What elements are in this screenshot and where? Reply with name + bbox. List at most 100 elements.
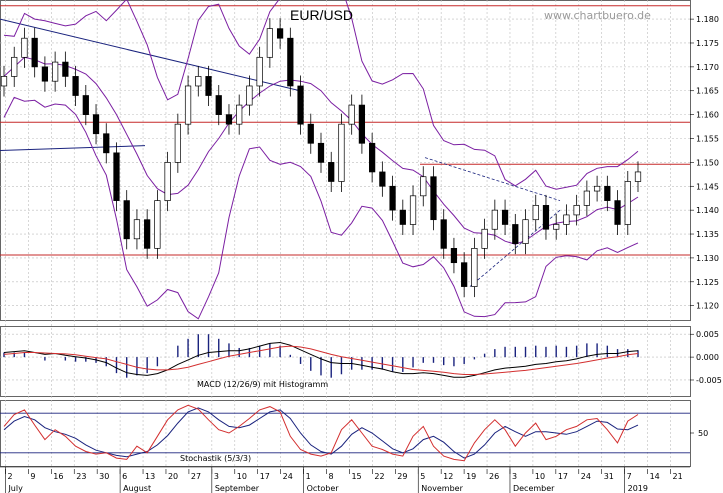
macd-label: MACD (12/26/9) mit Histogramm — [197, 380, 328, 389]
candle-body — [430, 176, 437, 221]
candle-body — [92, 114, 100, 135]
candle-body — [246, 85, 253, 106]
candle-body — [113, 152, 120, 201]
candle-body — [184, 85, 192, 125]
candle-body — [123, 200, 130, 240]
stochastic-line — [3, 407, 639, 459]
y-tick-label: 1.135 — [696, 230, 719, 239]
x-tick-label: 5 — [420, 472, 425, 481]
y-tick-label: 1.160 — [696, 111, 719, 120]
candle-body — [236, 104, 243, 125]
x-tick-label: 15 — [351, 472, 361, 481]
x-tick-label: 26 — [489, 472, 499, 481]
candle-body — [11, 56, 18, 77]
x-tick-label: 10 — [535, 472, 545, 481]
candle-body — [225, 114, 233, 125]
candle-body — [82, 95, 89, 115]
candle-body — [593, 185, 601, 192]
candle-body — [501, 209, 509, 225]
candle-body — [52, 61, 59, 82]
month-label: 2019 — [628, 484, 648, 493]
axes: 2 9 16 23 30 6 13 20 27 3 10 17 24 1 8 15 22 29 5 12 19 26 3 10… — [0, 15, 722, 493]
candle-body — [379, 171, 386, 187]
x-tick-label: 24 — [283, 472, 293, 481]
x-tick-label: 3 — [214, 472, 219, 481]
candle-body — [604, 185, 611, 201]
month-label: November — [421, 484, 463, 493]
stochastic-panel — [0, 404, 690, 462]
candle-body — [420, 176, 427, 197]
y-tick-label: 1.150 — [696, 158, 719, 167]
candle-body — [634, 171, 642, 182]
candle-body — [31, 37, 38, 68]
y-tick-label: 1.155 — [696, 135, 719, 144]
candle-body — [256, 56, 263, 87]
y-tick-label: 1.125 — [696, 278, 719, 287]
x-tick-label: 31 — [604, 472, 614, 481]
y-tick-label: -0.005 — [696, 376, 722, 385]
stochastic-label: Stochastik (5/3/3) — [180, 454, 251, 463]
chart-title: EUR/USD — [290, 7, 353, 23]
x-tick-label: 17 — [260, 472, 270, 481]
candle-body — [154, 200, 161, 249]
x-tick-label: 2 — [7, 472, 12, 481]
x-tick-label: 1 — [306, 472, 311, 481]
x-tick-label: 10 — [237, 472, 247, 481]
x-tick-label: 8 — [329, 472, 334, 481]
panel-frame — [0, 0, 691, 321]
candle-body — [491, 209, 498, 230]
y-tick-label: 0.000 — [696, 353, 719, 362]
candle-body — [144, 219, 151, 249]
y-tick-label: 1.140 — [696, 206, 719, 215]
x-tick-label: 29 — [397, 472, 407, 481]
candle-body — [0, 76, 8, 87]
candle-body — [174, 123, 181, 163]
eurusd-chart: 2 9 16 23 30 6 13 20 27 3 10 17 24 1 8 15 22 29 5 12 19 26 3 10… — [0, 0, 722, 493]
y-tick-label: 1.180 — [696, 15, 719, 24]
candle-body — [522, 219, 529, 244]
watermark: www.chartbuero.de — [544, 9, 651, 22]
month-label: December — [513, 484, 555, 493]
macd-panel — [3, 334, 639, 378]
x-tick-label: 23 — [76, 472, 86, 481]
candle-body — [583, 190, 590, 206]
y-tick-label: 1.130 — [696, 254, 719, 263]
y-tick-label: 1.165 — [696, 87, 719, 96]
x-tick-label: 9 — [30, 472, 35, 481]
candle-body — [276, 28, 284, 39]
candle-body — [62, 61, 69, 77]
x-tick-label: 16 — [53, 472, 63, 481]
x-tick-label: 24 — [581, 472, 591, 481]
candle-body — [338, 123, 345, 182]
x-tick-label: 7 — [627, 472, 632, 481]
candle-body — [481, 228, 488, 249]
panel-frame — [0, 400, 691, 467]
candle-body — [328, 162, 335, 182]
candle-body — [542, 205, 550, 230]
panel-frames — [0, 0, 691, 467]
x-tick-label: 30 — [99, 472, 109, 481]
candle-body — [358, 104, 366, 144]
candle-body — [532, 205, 539, 221]
candle-body — [563, 214, 570, 225]
x-tick-label: 13 — [145, 472, 155, 481]
month-label: July — [7, 484, 23, 493]
candle-body — [287, 37, 294, 87]
candle-body — [103, 133, 110, 154]
x-tick-label: 20 — [168, 472, 178, 481]
candle-body — [266, 28, 273, 58]
month-label: September — [215, 484, 260, 493]
x-tick-label: 19 — [466, 472, 476, 481]
x-tick-label: 22 — [374, 472, 384, 481]
candle-body — [21, 37, 28, 58]
candle-body — [624, 181, 631, 225]
y-tick-label: 1.145 — [696, 182, 719, 191]
y-tick-label: 1.175 — [696, 39, 719, 48]
candle-body — [215, 95, 222, 115]
x-tick-label: 14 — [650, 472, 660, 481]
candle-body — [409, 195, 417, 225]
candle-body — [164, 162, 171, 201]
candle-body — [369, 142, 376, 173]
candle-body — [195, 76, 202, 87]
candle-body — [614, 200, 621, 225]
